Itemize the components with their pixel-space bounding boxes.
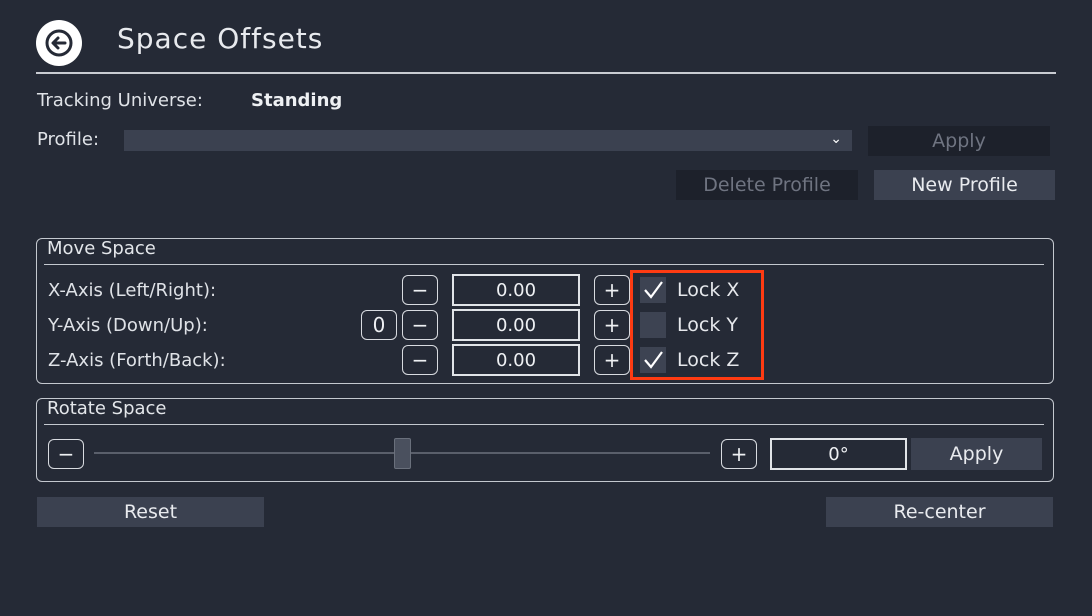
x-plus-button[interactable]: + — [594, 275, 630, 305]
profile-apply-button[interactable]: Apply — [868, 126, 1050, 156]
x-minus-button[interactable]: − — [402, 275, 438, 305]
delete-profile-button[interactable]: Delete Profile — [676, 170, 858, 200]
profile-label: Profile: — [37, 129, 100, 150]
x-value-field[interactable]: 0.00 — [452, 274, 580, 306]
z-axis-label: Z-Axis (Forth/Back): — [48, 350, 226, 371]
recenter-button[interactable]: Re-center — [826, 497, 1053, 527]
z-minus-button[interactable]: − — [402, 345, 438, 375]
title-divider — [36, 72, 1056, 74]
back-button[interactable] — [36, 20, 82, 66]
y-minus-button[interactable]: − — [402, 310, 438, 340]
rotate-plus-button[interactable]: + — [721, 439, 757, 469]
profile-select[interactable]: ⌄ — [124, 130, 852, 151]
z-plus-button[interactable]: + — [594, 345, 630, 375]
z-value-field[interactable]: 0.00 — [452, 344, 580, 376]
rotate-space-divider — [44, 424, 1044, 425]
y-value-field[interactable]: 0.00 — [452, 309, 580, 341]
new-profile-button[interactable]: New Profile — [874, 170, 1055, 200]
rotate-slider-thumb[interactable] — [394, 438, 411, 469]
rotate-space-title: Rotate Space — [47, 398, 167, 419]
y-reset-button[interactable]: 0 — [361, 310, 397, 340]
rotate-minus-button[interactable]: − — [48, 439, 84, 469]
chevron-down-icon: ⌄ — [830, 131, 842, 147]
rotate-apply-button[interactable]: Apply — [911, 438, 1042, 470]
move-space-divider — [44, 264, 1044, 265]
page-title: Space Offsets — [117, 22, 324, 55]
lock-options-highlight — [630, 270, 764, 380]
x-axis-label: X-Axis (Left/Right): — [48, 280, 217, 301]
reset-button[interactable]: Reset — [37, 497, 264, 527]
y-axis-label: Y-Axis (Down/Up): — [48, 315, 208, 336]
move-space-title: Move Space — [47, 238, 156, 259]
tracking-universe-value: Standing — [251, 90, 343, 111]
y-plus-button[interactable]: + — [594, 310, 630, 340]
back-arrow-icon — [45, 29, 73, 57]
tracking-universe-label: Tracking Universe: — [37, 90, 203, 111]
rotate-value-field[interactable]: 0° — [770, 438, 907, 470]
